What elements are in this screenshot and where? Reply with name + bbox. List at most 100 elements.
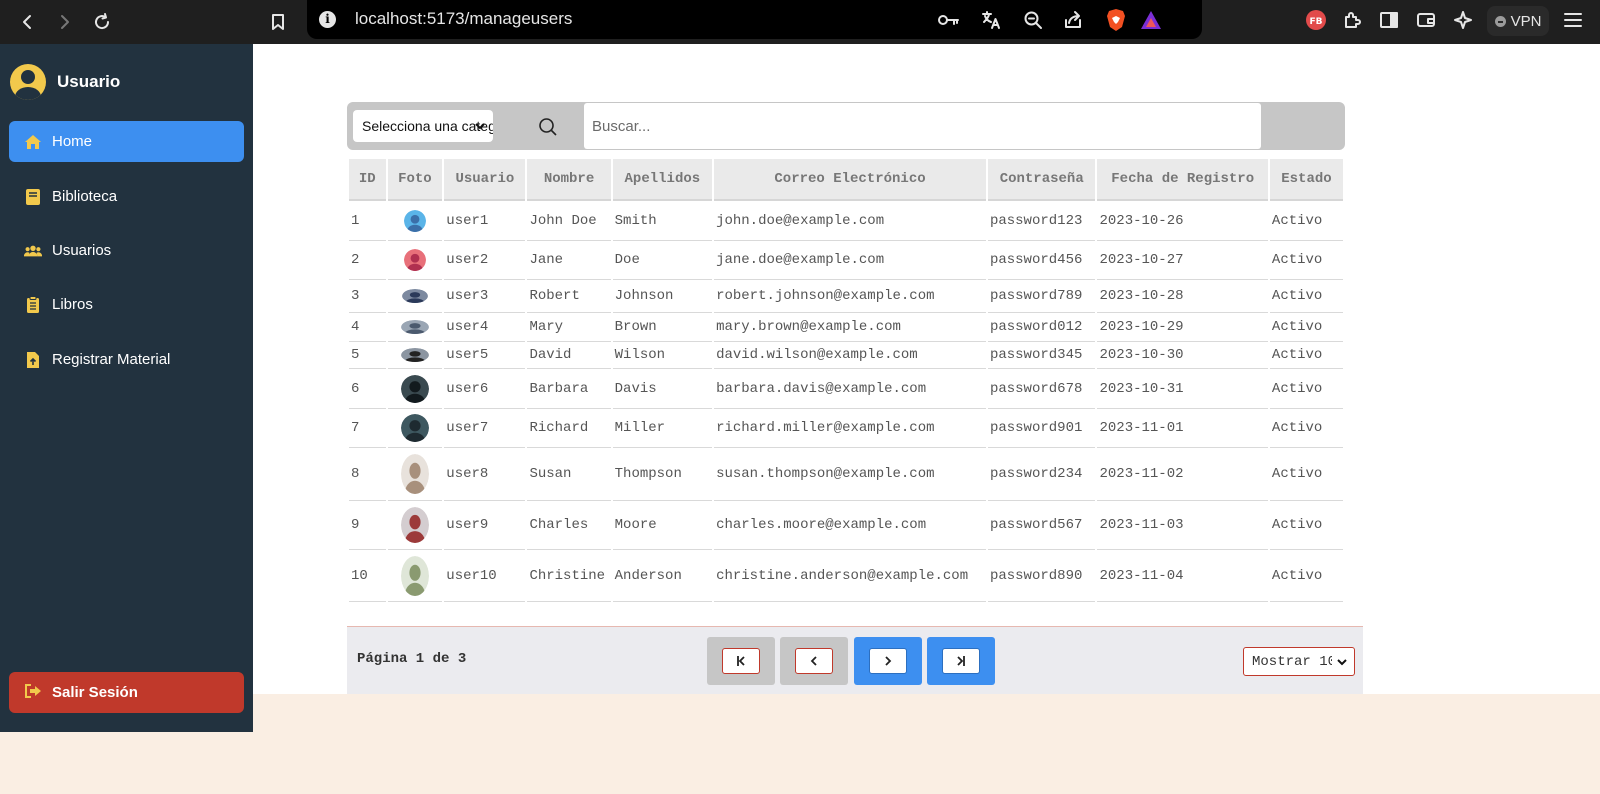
- cell-estado: Activo: [1269, 409, 1343, 448]
- vpn-label: VPN: [1510, 12, 1542, 30]
- table-row: 8 user8 Susan Thompson susan.thompson@exampl…: [349, 448, 1343, 501]
- reload-icon: [95, 13, 110, 30]
- cell-nombre: Susan: [527, 448, 611, 501]
- page-size-select[interactable]: Mostrar 10: [1243, 647, 1355, 676]
- wallet-icon[interactable]: [1414, 8, 1438, 32]
- sidebar-item-libros[interactable]: Libros: [9, 284, 244, 325]
- search-bar: Selecciona una categoría: [347, 102, 1345, 150]
- menu-icon[interactable]: [1561, 8, 1585, 32]
- cell-id: 5: [349, 342, 386, 369]
- cell-apellidos: Anderson: [612, 550, 713, 602]
- vpn-status-icon: [1494, 15, 1506, 27]
- user-photo: [400, 374, 429, 403]
- cell-usuario: user5: [444, 342, 526, 369]
- extension-badge-icon[interactable]: FB: [1304, 8, 1328, 32]
- user-photo: [400, 555, 429, 596]
- forward-button[interactable]: [48, 6, 80, 38]
- page-info: Página 1 de 3: [357, 651, 467, 667]
- cell-id: 7: [349, 409, 386, 448]
- cell-fecha: 2023-10-27: [1097, 241, 1268, 280]
- url-text[interactable]: localhost:5173/manageusers: [355, 9, 572, 29]
- bookmark-button[interactable]: [262, 6, 294, 38]
- cell-password: password123: [987, 201, 1096, 241]
- first-page-button[interactable]: [707, 637, 775, 685]
- clipboard-icon: [24, 295, 42, 314]
- book-icon: [24, 188, 42, 206]
- user-photo: [400, 507, 429, 543]
- user-profile: Usuario: [10, 64, 120, 100]
- browser-toolbar: i localhost:5173/manageusers FB VPN: [0, 0, 1600, 44]
- logout-label: Salir Sesión: [52, 684, 138, 701]
- cell-usuario: user8: [444, 448, 526, 501]
- search-input[interactable]: [584, 103, 1261, 149]
- users-icon: [24, 242, 42, 260]
- cell-nombre: David: [527, 342, 611, 369]
- user-avatar-icon: [10, 64, 46, 100]
- sidebar-item-home[interactable]: Home: [9, 121, 244, 162]
- cell-correo: charles.moore@example.com: [714, 501, 986, 550]
- column-header-correo: Correo Electrónico: [714, 159, 986, 201]
- cell-id: 3: [349, 280, 386, 313]
- cell-id: 8: [349, 448, 386, 501]
- chevron-down-icon: [475, 123, 485, 130]
- cell-apellidos: Davis: [612, 369, 713, 409]
- back-button[interactable]: [12, 6, 44, 38]
- sidebar-item-label: Libros: [52, 296, 93, 313]
- key-icon[interactable]: [937, 8, 961, 32]
- user-photo: [400, 414, 429, 442]
- forward-icon: [61, 15, 69, 29]
- rewards-icon[interactable]: [1139, 8, 1163, 32]
- cell-id: 6: [349, 369, 386, 409]
- cell-fecha: 2023-10-29: [1097, 313, 1268, 342]
- user-photo: [400, 348, 429, 362]
- sidebar-item-label: Home: [52, 133, 93, 150]
- cell-correo: barbara.davis@example.com: [714, 369, 986, 409]
- logout-button[interactable]: Salir Sesión: [9, 672, 244, 713]
- sidebar-item-biblioteca[interactable]: Biblioteca: [9, 176, 244, 217]
- cell-foto: [387, 501, 443, 550]
- cell-fecha: 2023-11-01: [1097, 409, 1268, 448]
- sidebar-toggle-icon[interactable]: [1377, 8, 1401, 32]
- leo-ai-icon[interactable]: [1451, 8, 1475, 32]
- share-icon[interactable]: [1061, 8, 1085, 32]
- column-header-estado: Estado: [1269, 159, 1343, 201]
- sidebar-item-usuarios[interactable]: Usuarios: [9, 230, 244, 271]
- column-header-usuario: Usuario: [444, 159, 526, 201]
- address-bar[interactable]: i localhost:5173/manageusers: [307, 0, 1202, 39]
- chevron-left-icon: [810, 656, 817, 666]
- search-button[interactable]: [535, 114, 561, 140]
- reload-button[interactable]: [86, 6, 118, 38]
- next-page-button[interactable]: [854, 637, 922, 685]
- brave-shield-icon[interactable]: [1104, 8, 1128, 32]
- extensions-icon[interactable]: [1340, 8, 1364, 32]
- cell-estado: Activo: [1269, 280, 1343, 313]
- previous-page-button[interactable]: [780, 637, 848, 685]
- cell-estado: Activo: [1269, 313, 1343, 342]
- sidebar: Usuario Home Biblioteca Usuarios Libros …: [0, 44, 253, 732]
- table-row: 3 user3 Robert Johnson robert.johnson@exampl…: [349, 280, 1343, 313]
- cell-estado: Activo: [1269, 201, 1343, 241]
- cell-nombre: Jane: [527, 241, 611, 280]
- zoom-out-icon[interactable]: [1021, 8, 1045, 32]
- cell-correo: mary.brown@example.com: [714, 313, 986, 342]
- sidebar-item-registrar-material[interactable]: Registrar Material: [9, 339, 244, 380]
- cell-id: 2: [349, 241, 386, 280]
- vpn-button[interactable]: VPN: [1487, 6, 1549, 36]
- sign-out-icon: [24, 683, 42, 703]
- last-page-button[interactable]: [927, 637, 995, 685]
- cell-estado: Activo: [1269, 241, 1343, 280]
- cell-fecha: 2023-10-31: [1097, 369, 1268, 409]
- translate-icon[interactable]: [979, 8, 1003, 32]
- table-row: 2 user2 Jane Doe jane.doe@example.com passwor…: [349, 241, 1343, 280]
- category-select[interactable]: Selecciona una categoría: [353, 110, 493, 142]
- svg-text:FB: FB: [1309, 17, 1322, 27]
- table-row: 9 user9 Charles Moore charles.moore@example.…: [349, 501, 1343, 550]
- cell-usuario: user7: [444, 409, 526, 448]
- column-header-fecha: Fecha de Registro: [1097, 159, 1268, 201]
- cell-fecha: 2023-10-26: [1097, 201, 1268, 241]
- site-info-icon[interactable]: i: [319, 11, 336, 28]
- cell-apellidos: Johnson: [612, 280, 713, 313]
- chevron-down-icon: [1337, 659, 1347, 666]
- user-photo: [400, 320, 429, 334]
- column-header-id: ID: [349, 159, 386, 201]
